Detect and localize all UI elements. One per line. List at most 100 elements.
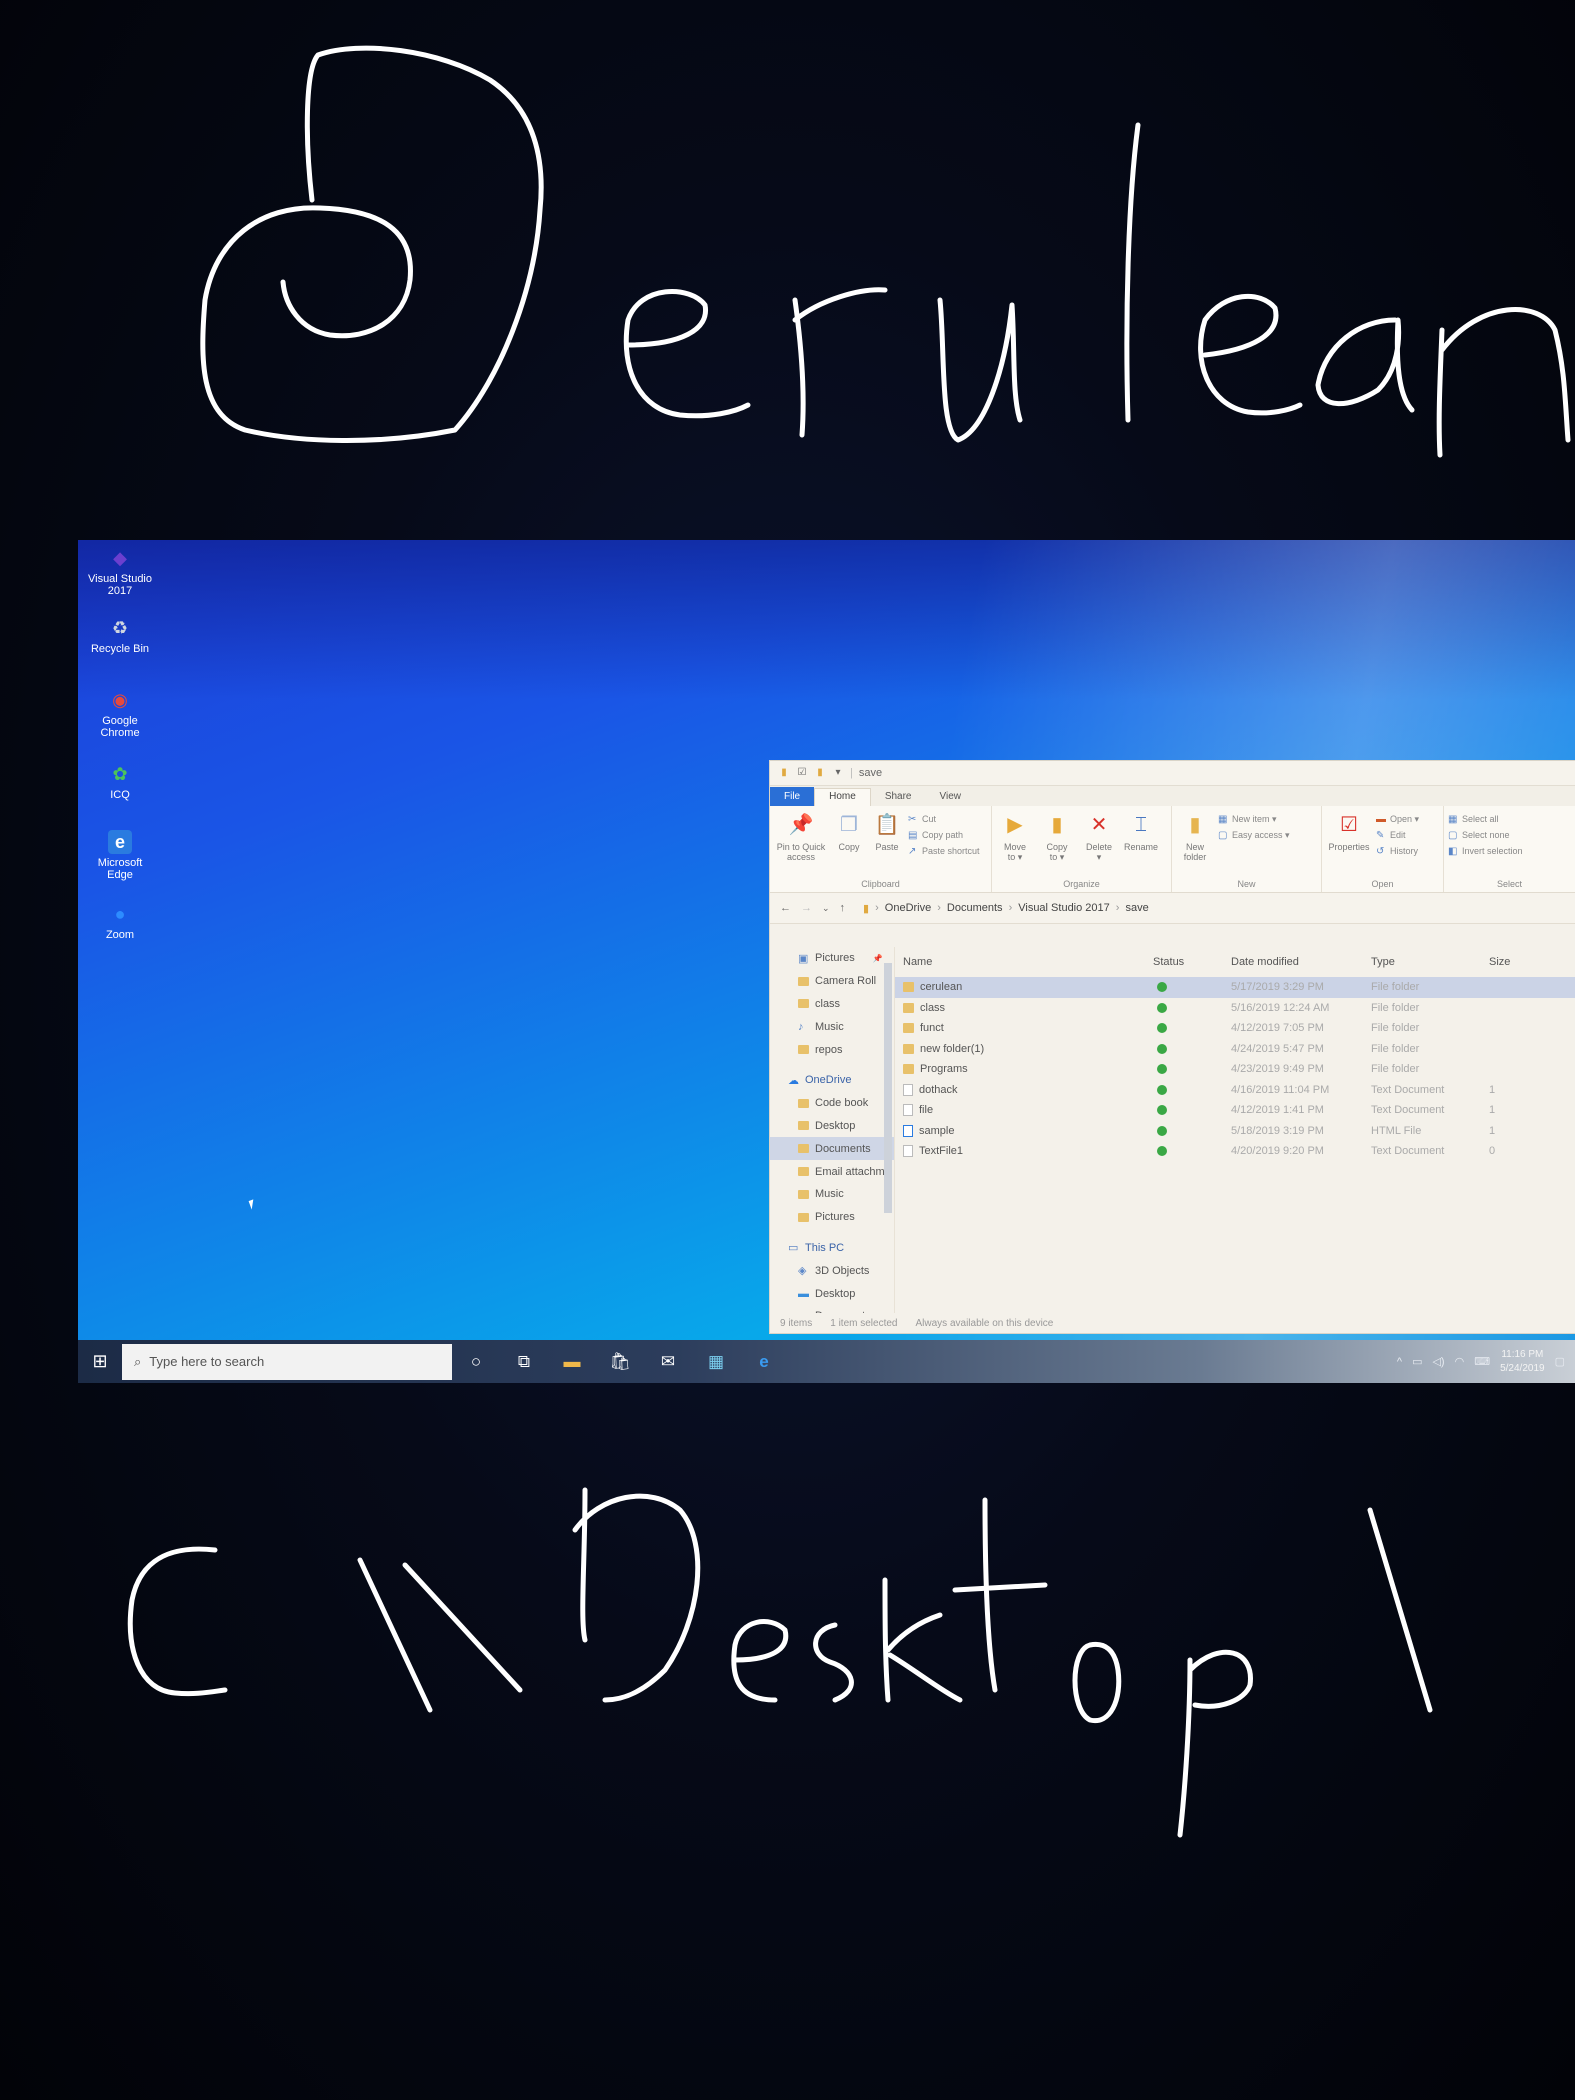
open-icon: ▬: [1376, 814, 1386, 825]
column-size[interactable]: Size: [1489, 956, 1529, 968]
tab-file[interactable]: File: [770, 787, 815, 806]
taskbar-app[interactable]: ▦: [692, 1340, 740, 1383]
tab-view[interactable]: View: [926, 789, 976, 806]
up-arrow-icon[interactable]: ↑: [840, 902, 846, 914]
desktop-icon-edge[interactable]: e Microsoft Edge: [84, 830, 156, 881]
scissors-icon: ✂: [908, 814, 917, 825]
taskbar-mail[interactable]: ✉: [644, 1340, 692, 1383]
nav-item[interactable]: ▬ Desktop: [770, 1282, 894, 1305]
breadcrumb-item[interactable]: Documents: [947, 902, 1003, 914]
file-row[interactable]: new folder(1) 4/24/2019 5:47 PM File folde…: [895, 1039, 1575, 1060]
nav-item[interactable]: ▯Documents: [770, 1305, 894, 1313]
nav-item[interactable]: ♪ Music: [770, 1015, 894, 1038]
keyboard-icon[interactable]: ⌨: [1474, 1355, 1490, 1368]
copy-to-button[interactable]: ▮ Copy to ▾: [1038, 812, 1076, 862]
tab-share[interactable]: Share: [871, 789, 926, 806]
cube-icon: ◈: [798, 1265, 807, 1278]
select-all-button[interactable]: ▦ Select all: [1448, 814, 1523, 825]
open-button[interactable]: ▬ Open ▾: [1376, 814, 1419, 825]
copy-button[interactable]: ❐ Copy: [832, 812, 866, 852]
start-button[interactable]: ⊞: [78, 1340, 122, 1383]
desktop-icon-chrome[interactable]: ◉ Google Chrome: [84, 688, 156, 739]
nav-item[interactable]: Desktop: [770, 1115, 894, 1138]
sync-status-icon: [1157, 1084, 1167, 1095]
easy-access-button[interactable]: ▢ Easy access ▾: [1218, 830, 1290, 841]
new-item-button[interactable]: ▦ New item ▾: [1218, 814, 1290, 825]
edge-icon: e: [108, 830, 132, 854]
column-status[interactable]: Status: [1153, 956, 1231, 968]
recent-locations-icon[interactable]: ⌄: [822, 903, 830, 914]
volume-icon[interactable]: ◁): [1432, 1355, 1444, 1368]
breadcrumb-item[interactable]: Visual Studio 2017: [1018, 902, 1110, 914]
network-icon[interactable]: ◠: [1455, 1355, 1465, 1368]
nav-item[interactable]: Pictures: [770, 1206, 894, 1229]
notifications-icon[interactable]: ▢: [1555, 1355, 1565, 1368]
taskbar-file-explorer[interactable]: ▬: [548, 1340, 596, 1383]
nav-item[interactable]: ▭ This PC: [770, 1237, 894, 1260]
customize-toolbar-icon[interactable]: ▾: [832, 767, 844, 779]
forward-arrow-icon[interactable]: →: [801, 902, 812, 914]
invert-selection-button[interactable]: ◧ Invert selection: [1448, 846, 1523, 857]
nav-item[interactable]: Music: [770, 1183, 894, 1206]
back-arrow-icon[interactable]: ←: [780, 902, 791, 914]
column-type[interactable]: Type: [1371, 956, 1489, 968]
pin-icon[interactable]: 📌: [873, 954, 883, 963]
system-tray: ^ ▭ ◁) ◠ ⌨ 11:16 PM 5/24/2019 ▢: [1397, 1340, 1565, 1383]
new-folder-button[interactable]: ▮ New folder: [1176, 812, 1214, 862]
file-row[interactable]: sample 5/18/2019 3:19 PM HTML File 1: [895, 1121, 1575, 1142]
new-folder-quick-icon[interactable]: ▮: [814, 767, 826, 779]
chevron-up-icon[interactable]: ^: [1397, 1356, 1402, 1368]
file-row[interactable]: dothack 4/16/2019 11:04 PM Text Document 1: [895, 1080, 1575, 1101]
nav-item[interactable]: ◈ 3D Objects: [770, 1259, 894, 1282]
move-to-button[interactable]: ▶ Move to ▾: [996, 812, 1034, 862]
pin-to-quick-access-button[interactable]: 📌 Pin to Quick access: [774, 812, 828, 862]
file-row[interactable]: Programs 4/23/2019 9:49 PM File folder: [895, 1059, 1575, 1080]
button-label: Easy access ▾: [1232, 830, 1290, 840]
nav-item[interactable]: Documents: [770, 1137, 894, 1161]
nav-item[interactable]: repos: [770, 1038, 894, 1061]
taskbar-search-box[interactable]: ⌕ Type here to search: [122, 1343, 452, 1380]
column-date-modified[interactable]: Date modified: [1231, 956, 1371, 968]
properties-quick-icon[interactable]: ☑: [796, 767, 808, 779]
breadcrumb[interactable]: ▮ › OneDrive › Documents › Visual Studio…: [863, 902, 1149, 915]
file-row[interactable]: class 5/16/2019 12:24 AM File folder: [895, 998, 1575, 1019]
nav-item[interactable]: ▣ Pictures 📌: [770, 947, 894, 970]
file-row[interactable]: file 4/12/2019 1:41 PM Text Document 1: [895, 1100, 1575, 1121]
nav-item[interactable]: Camera Roll: [770, 970, 894, 993]
battery-icon[interactable]: ▭: [1412, 1355, 1422, 1368]
nav-scrollbar[interactable]: [884, 953, 892, 1303]
new-small-buttons: ▦ New item ▾ ▢ Easy access ▾: [1218, 812, 1290, 841]
nav-item[interactable]: Email attachme: [770, 1160, 894, 1183]
paste-shortcut-button[interactable]: ↗ Paste shortcut: [908, 846, 980, 857]
properties-button[interactable]: ☑ Properties: [1326, 812, 1372, 852]
file-row[interactable]: funct 4/12/2019 7:05 PM File folder: [895, 1018, 1575, 1039]
taskbar-edge[interactable]: e: [740, 1340, 788, 1383]
rename-button[interactable]: ⌶ Rename: [1122, 812, 1160, 852]
desktop-icon-recycle-bin[interactable]: ♻ Recycle Bin: [84, 616, 156, 655]
taskbar-store[interactable]: 🛍: [596, 1340, 644, 1383]
file-row[interactable]: cerulean 5/17/2019 3:29 PM File folder: [895, 977, 1575, 998]
scrollbar-thumb[interactable]: [884, 963, 892, 1213]
copy-path-button[interactable]: ▤ Copy path: [908, 830, 980, 841]
task-view-button[interactable]: ⧉: [500, 1340, 548, 1383]
cut-button[interactable]: ✂ Cut: [908, 814, 980, 825]
breadcrumb-item[interactable]: OneDrive: [885, 902, 931, 914]
column-name[interactable]: Name: [895, 956, 1153, 968]
paste-button[interactable]: 📋 Paste: [870, 812, 904, 852]
nav-item[interactable]: Code book: [770, 1092, 894, 1115]
button-label: ▾: [1096, 852, 1102, 862]
taskbar-clock[interactable]: 11:16 PM 5/24/2019: [1500, 1348, 1545, 1376]
desktop-icon-icq[interactable]: ✿ ICQ: [84, 762, 156, 801]
desktop-icon-visual-studio[interactable]: ◆ Visual Studio 2017: [84, 546, 156, 597]
file-row[interactable]: TextFile1 4/20/2019 9:20 PM Text Document 0: [895, 1141, 1575, 1162]
edit-button[interactable]: ✎ Edit: [1376, 830, 1419, 841]
cortana-button[interactable]: ○: [452, 1340, 500, 1383]
delete-button[interactable]: ✕ Delete ▾: [1080, 812, 1118, 862]
nav-item[interactable]: ☁ OneDrive: [770, 1069, 894, 1092]
tab-home[interactable]: Home: [814, 788, 871, 806]
history-button[interactable]: ↺ History: [1376, 846, 1419, 857]
breadcrumb-item[interactable]: save: [1125, 902, 1148, 914]
select-none-button[interactable]: ▢ Select none: [1448, 830, 1523, 841]
nav-item[interactable]: class: [770, 993, 894, 1016]
desktop-icon-zoom[interactable]: ● Zoom: [84, 902, 156, 941]
